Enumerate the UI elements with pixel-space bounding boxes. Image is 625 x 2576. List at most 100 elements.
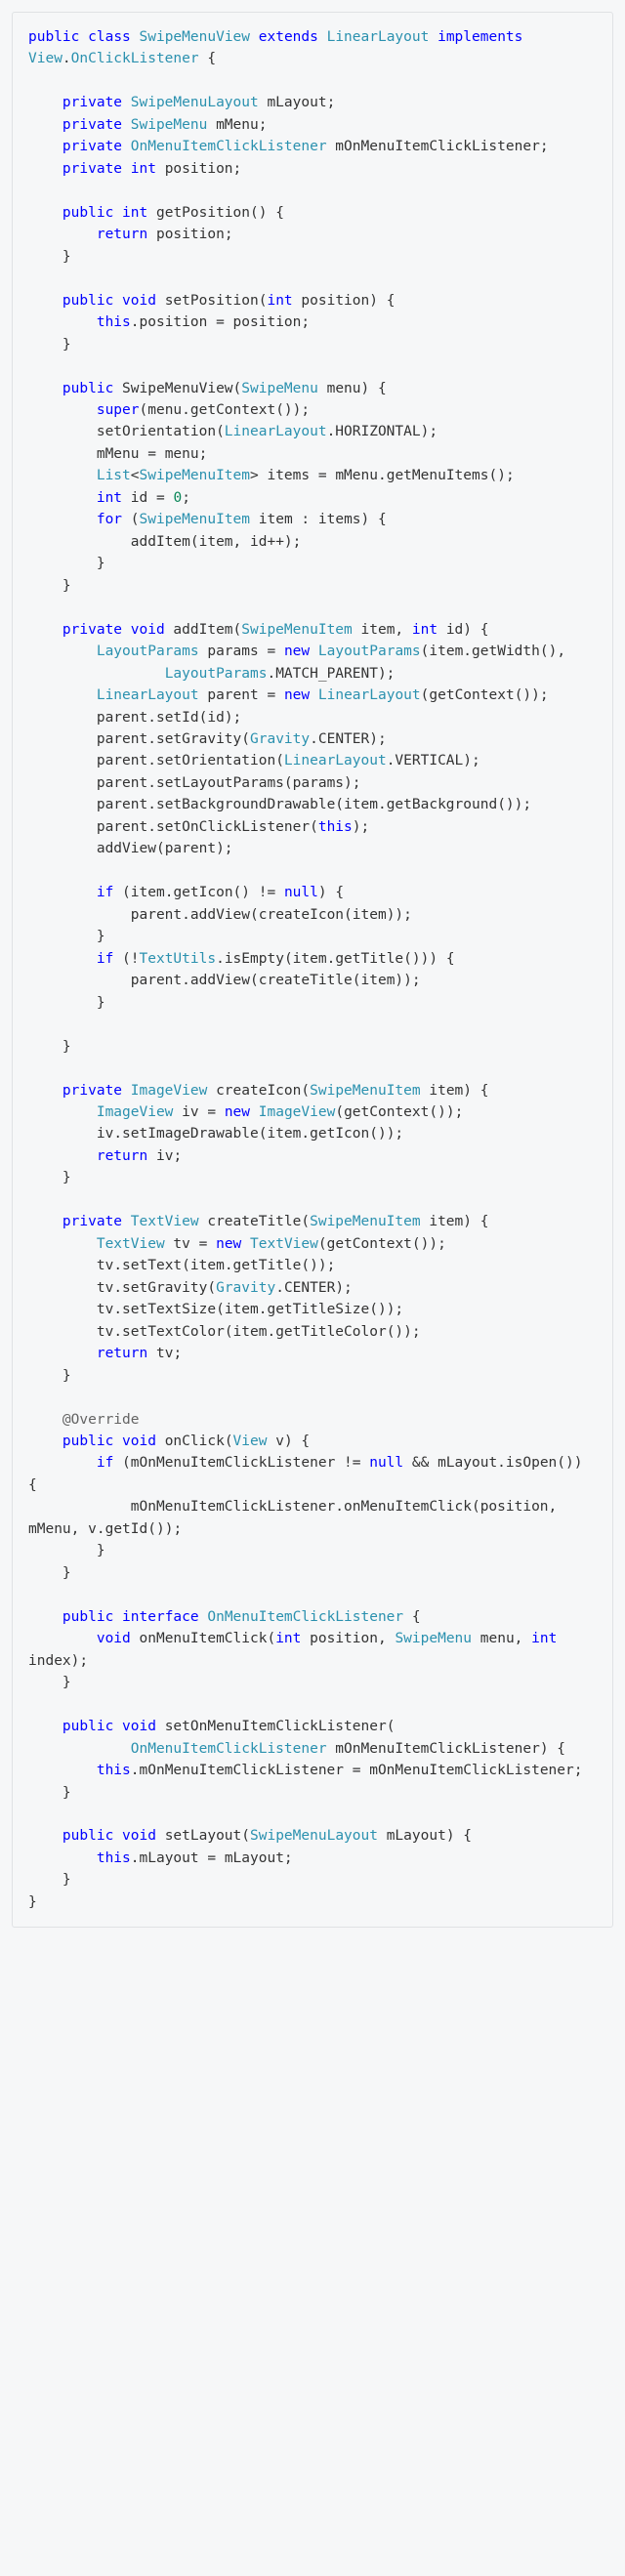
id-item: item xyxy=(225,1302,259,1317)
call-getcontext: getContext xyxy=(190,402,275,418)
call-addview: addView xyxy=(190,973,250,988)
kw-new: new xyxy=(284,644,310,659)
kw-return: return xyxy=(97,1148,147,1164)
num-zero: 0 xyxy=(173,490,182,506)
kw-return: return xyxy=(97,1346,147,1361)
call-createtitle: createTitle xyxy=(259,973,353,988)
id-iv: iv xyxy=(97,1126,113,1142)
method-createtitle: createTitle xyxy=(207,1214,301,1229)
param-listener: mOnMenuItemClickListener xyxy=(335,1741,540,1757)
id-listener: mOnMenuItemClickListener xyxy=(131,1455,336,1471)
type-view: View xyxy=(28,51,62,66)
kw-int: int xyxy=(275,1631,301,1646)
type-listener: OnMenuItemClickListener xyxy=(131,139,327,154)
id-items: items xyxy=(318,512,361,527)
id-item: item xyxy=(353,907,387,923)
type-swipemenulayout: SwipeMenuLayout xyxy=(131,95,259,110)
const-vertical: VERTICAL xyxy=(395,753,463,769)
type-swipemenuitem: SwipeMenuItem xyxy=(310,1214,421,1229)
id-item: item xyxy=(293,951,327,967)
kw-private: private xyxy=(62,161,122,177)
kw-super: super xyxy=(97,402,140,418)
const-horizontal: HORIZONTAL xyxy=(335,424,420,439)
type-imageview: ImageView xyxy=(131,1083,208,1099)
kw-private: private xyxy=(62,1083,122,1099)
id-item: item xyxy=(233,1324,268,1340)
id-tv: tv xyxy=(97,1280,113,1296)
kw-void: void xyxy=(97,1631,131,1646)
id-item: item xyxy=(429,644,463,659)
id-id: id xyxy=(250,534,267,550)
id-parent: parent xyxy=(131,973,182,988)
id-parent: parent xyxy=(131,907,182,923)
type-swipemenuitem: SwipeMenuItem xyxy=(241,622,353,638)
kw-public: public xyxy=(62,1828,113,1844)
id-item: item xyxy=(344,797,378,812)
type-textutils: TextUtils xyxy=(140,951,217,967)
kw-void: void xyxy=(122,1719,156,1734)
type-swipemenu: SwipeMenu xyxy=(131,117,208,133)
type-listener: OnMenuItemClickListener xyxy=(131,1741,327,1757)
kw-public: public xyxy=(62,1719,113,1734)
id-id: id xyxy=(207,710,224,726)
call-additem: addItem xyxy=(131,534,190,550)
call-setimagedrawable: setImageDrawable xyxy=(122,1126,259,1142)
param-menu: menu xyxy=(480,1631,515,1646)
kw-null: null xyxy=(284,885,318,900)
method-onmenuitemclick: onMenuItemClick xyxy=(140,1631,268,1646)
field-listener: mOnMenuItemClickListener xyxy=(335,139,540,154)
kw-int: int xyxy=(531,1631,557,1646)
param-menu: menu xyxy=(327,381,361,396)
var-id: id xyxy=(131,490,147,506)
call-isempty: isEmpty xyxy=(225,951,284,967)
kw-implements: implements xyxy=(438,29,522,45)
param-id: id xyxy=(446,622,463,638)
type-list: List xyxy=(97,468,131,483)
id-menu: menu xyxy=(165,446,199,462)
var-items: items xyxy=(267,468,310,483)
call-setlayoutparams: setLayoutParams xyxy=(156,775,284,791)
ctor-name: SwipeMenuView xyxy=(122,381,233,396)
id-mmenu: mMenu xyxy=(97,446,140,462)
kw-this: this xyxy=(97,314,131,330)
id-iv: iv xyxy=(156,1148,173,1164)
kw-for: for xyxy=(97,512,122,527)
kw-class: class xyxy=(88,29,131,45)
call-setonclicklistener: setOnClickListener xyxy=(156,819,310,835)
param-item: item xyxy=(361,622,396,638)
id-menu: menu xyxy=(147,402,182,418)
id-tv: tv xyxy=(97,1302,113,1317)
id-item: item xyxy=(131,885,165,900)
interface-name: OnMenuItemClickListener xyxy=(207,1609,403,1625)
kw-null: null xyxy=(369,1455,403,1471)
param-index: index xyxy=(28,1653,71,1669)
id-parent: parent xyxy=(97,731,147,747)
call-settextsize: setTextSize xyxy=(122,1302,216,1317)
kw-private: private xyxy=(62,1214,122,1229)
type-textview: TextView xyxy=(250,1236,318,1252)
call-getcontext: getContext xyxy=(327,1236,412,1252)
kw-void: void xyxy=(122,1433,156,1449)
method-createicon: createIcon xyxy=(216,1083,301,1099)
var-tv: tv xyxy=(173,1236,189,1252)
type-swipemenulayout: SwipeMenuLayout xyxy=(250,1828,378,1844)
type-linearlayout: LinearLayout xyxy=(327,29,430,45)
call-gettitle: getTitle xyxy=(233,1258,302,1273)
kw-void: void xyxy=(122,293,156,309)
param-v: v xyxy=(275,1433,284,1449)
id-mlayout: mLayout xyxy=(438,1455,497,1471)
code-block: public class SwipeMenuView extends Linea… xyxy=(12,12,613,1928)
id-parent: parent xyxy=(97,797,147,812)
id-item: item xyxy=(361,973,396,988)
method-additem: addItem xyxy=(173,622,232,638)
field-mmenu: mMenu xyxy=(216,117,259,133)
call-getmenuitems: getMenuItems xyxy=(387,468,489,483)
call-getbackground: getBackground xyxy=(387,797,498,812)
kw-int: int xyxy=(122,205,147,221)
param-item: item xyxy=(429,1083,463,1099)
id-params: params xyxy=(293,775,344,791)
type-onclicklistener: OnClickListener xyxy=(71,51,199,66)
kw-this: this xyxy=(97,1763,131,1778)
call-settext: setText xyxy=(122,1258,182,1273)
type-layoutparams: LayoutParams xyxy=(97,644,199,659)
